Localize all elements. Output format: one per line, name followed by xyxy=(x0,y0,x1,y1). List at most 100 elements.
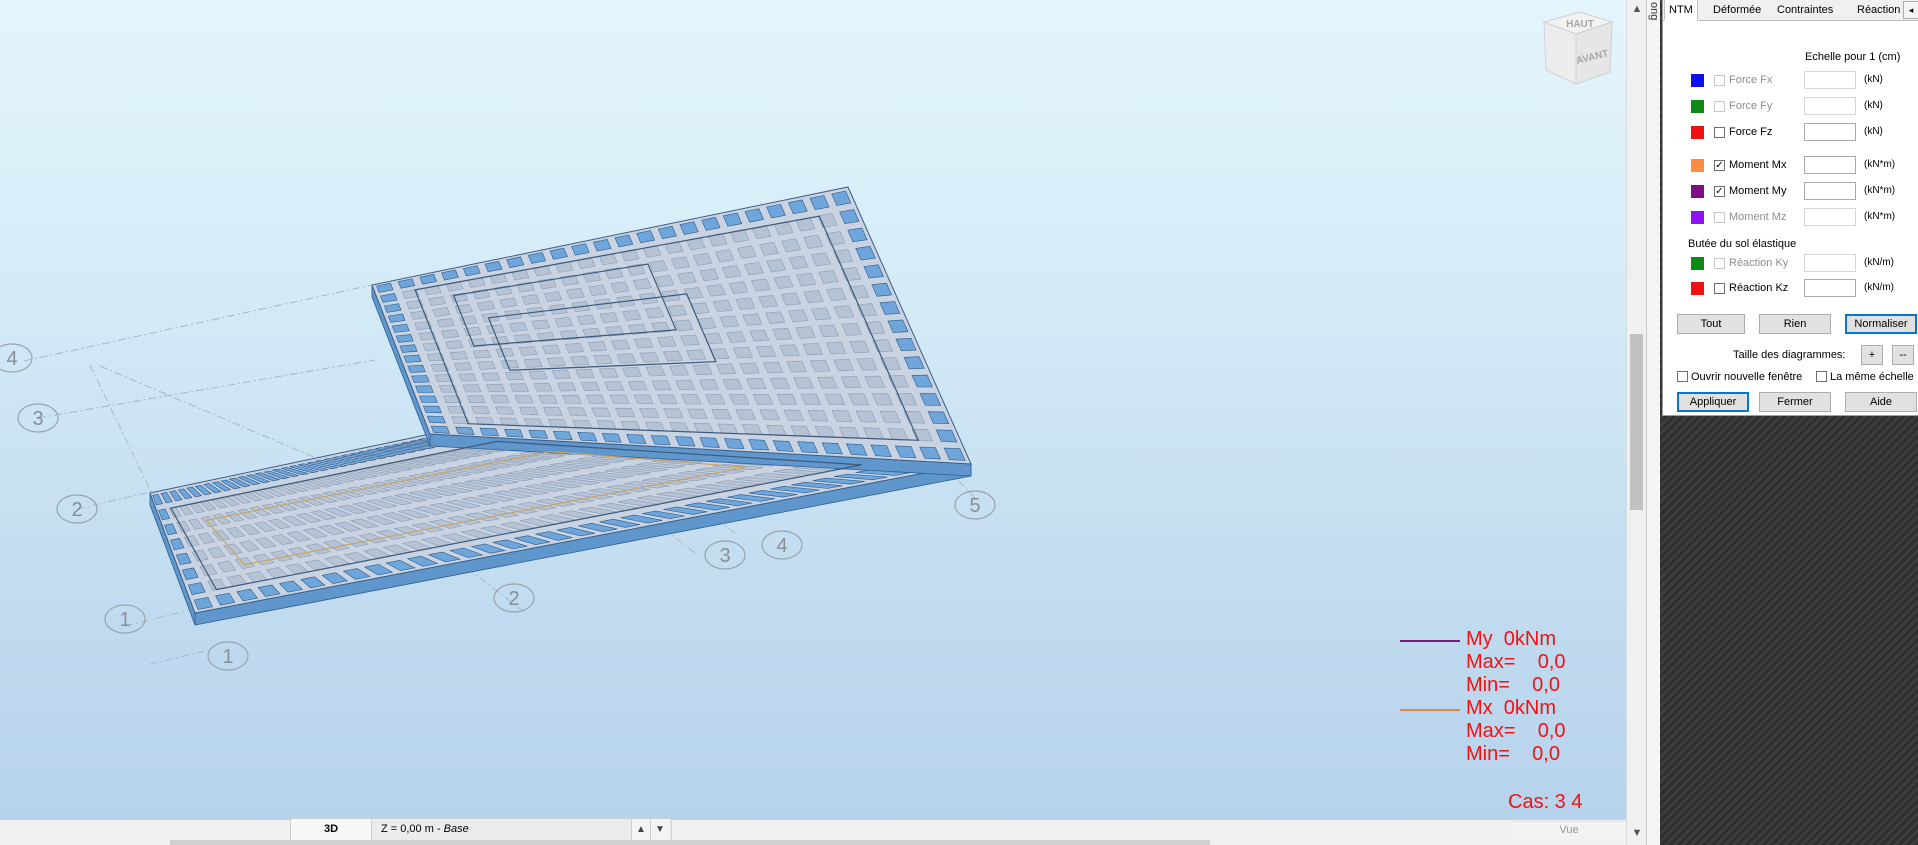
level-selector[interactable]: Z = 0,00 m - Base xyxy=(381,819,469,840)
upper-slab xyxy=(371,186,972,477)
color-swatch[interactable] xyxy=(1691,282,1704,295)
level-down-icon[interactable]: ▼ xyxy=(650,819,669,840)
scroll-up-icon[interactable]: ▲ xyxy=(1630,2,1644,16)
dialog-tabs: NTM Déformée Contraintes Réaction ◂ xyxy=(1663,0,1918,21)
legend-my-max: Max= 0,0 xyxy=(1466,651,1566,673)
vue-button[interactable]: Vue xyxy=(1512,821,1626,839)
soil-section-title: Butée du sol élastique xyxy=(1688,238,1797,250)
diagram-scale-input[interactable] xyxy=(1804,97,1856,115)
select-none-button[interactable]: Rien xyxy=(1759,314,1831,334)
soil-row: Réaction Kz (kN/m) xyxy=(1663,278,1918,300)
same-scale-checkbox[interactable] xyxy=(1816,371,1827,382)
level-prefix: Z = 0,00 m - xyxy=(381,823,444,835)
grid-line xyxy=(149,649,211,665)
soil-label: Réaction Ky xyxy=(1729,257,1789,269)
select-all-button[interactable]: Tout xyxy=(1677,314,1745,334)
open-new-window-label: Ouvrir nouvelle fenêtre xyxy=(1691,371,1803,383)
diagram-checkbox[interactable]: ✓ xyxy=(1714,186,1725,197)
diagram-row: Force Fx (kN) xyxy=(1663,70,1918,92)
diagram-checkbox[interactable] xyxy=(1714,101,1725,112)
color-swatch[interactable] xyxy=(1691,185,1704,198)
axis-label: 1 xyxy=(222,646,233,668)
legend-mx-line xyxy=(1400,709,1460,711)
slab-model[interactable]: 4 3 2 1 1 2 3 4 5 xyxy=(0,0,1626,820)
soil-scale-input[interactable] xyxy=(1804,254,1856,272)
tab-ntm[interactable]: NTM xyxy=(1664,0,1698,21)
diagram-unit: (kN) xyxy=(1864,126,1883,137)
diagram-label: Moment Mz xyxy=(1729,211,1787,223)
legend-my-min: Min= 0,0 xyxy=(1466,674,1560,696)
diagram-label: Moment Mx xyxy=(1729,159,1787,171)
diagram-unit: (kN*m) xyxy=(1864,211,1896,222)
scale-label: Echelle pour 1 (cm) xyxy=(1805,51,1901,63)
results-legend: My 0kNm Max= 0,0 Min= 0,0 Mx 0kNm Max= 0… xyxy=(1400,628,1600,768)
diagram-size-label: Taille des diagrammes: xyxy=(1733,349,1846,361)
3d-viewport[interactable]: 4 3 2 1 1 2 3 4 5 HAUT AVANT My 0kNm Max= 0,0 Mi… xyxy=(0,0,1626,835)
diagram-row: Force Fy (kN) xyxy=(1663,96,1918,118)
diagram-unit: (kN) xyxy=(1864,100,1883,111)
diagram-row: ✓ Moment My (kN*m) xyxy=(1663,181,1918,203)
soil-unit: (kN/m) xyxy=(1864,257,1894,268)
close-button[interactable]: Fermer xyxy=(1759,392,1831,412)
diagram-unit: (kN) xyxy=(1864,74,1883,85)
color-swatch[interactable] xyxy=(1691,74,1704,87)
grid-line xyxy=(37,359,376,419)
level-up-icon[interactable]: ▲ xyxy=(631,819,650,840)
grid-line xyxy=(124,609,191,627)
soil-unit: (kN/m) xyxy=(1864,282,1894,293)
diagram-checkbox[interactable] xyxy=(1714,127,1725,138)
tab-deformee[interactable]: Déformée xyxy=(1709,0,1765,20)
axis-label: 2 xyxy=(508,588,519,610)
soil-checkbox[interactable] xyxy=(1714,258,1725,269)
open-new-window-option[interactable]: Ouvrir nouvelle fenêtre xyxy=(1677,371,1802,383)
color-swatch[interactable] xyxy=(1691,126,1704,139)
tab-3d-view[interactable]: 3D xyxy=(291,819,372,840)
level-name: Base xyxy=(443,823,469,835)
help-button[interactable]: Aide xyxy=(1845,392,1917,412)
diagram-scale-input[interactable] xyxy=(1804,71,1856,89)
apply-button[interactable]: Appliquer xyxy=(1677,392,1749,412)
soil-checkbox[interactable] xyxy=(1714,283,1725,294)
soil-scale-input[interactable] xyxy=(1804,279,1856,297)
diagram-checkbox[interactable] xyxy=(1714,212,1725,223)
scroll-down-icon[interactable]: ▼ xyxy=(1630,826,1644,840)
diagram-checkbox[interactable]: ✓ xyxy=(1714,160,1725,171)
open-new-window-checkbox[interactable] xyxy=(1677,371,1688,382)
side-strip: ong xyxy=(1646,0,1661,845)
diagram-scale-input[interactable] xyxy=(1804,123,1856,141)
soil-row: Réaction Ky (kN/m) xyxy=(1663,253,1918,275)
tab-reaction[interactable]: Réaction xyxy=(1853,0,1904,20)
diagram-label: Force Fy xyxy=(1729,100,1773,112)
increase-size-button[interactable]: + xyxy=(1861,345,1883,365)
horizontal-scrollbar[interactable] xyxy=(170,840,1210,845)
diagram-unit: (kN*m) xyxy=(1864,185,1896,196)
diagram-scale-input[interactable] xyxy=(1804,182,1856,200)
view-tabs: 3D Z = 0,00 m - Base ▲ ▼ xyxy=(290,818,672,841)
color-swatch[interactable] xyxy=(1691,100,1704,113)
axis-label: 1 xyxy=(119,609,130,631)
load-case-label: Cas: 3 4 xyxy=(1508,791,1583,813)
axis-label: 4 xyxy=(6,348,17,370)
vertical-scrollbar[interactable]: ▲ ▼ xyxy=(1626,0,1647,845)
view-cube[interactable]: HAUT AVANT xyxy=(1536,8,1616,88)
view-cube-top-label: HAUT xyxy=(1566,19,1594,30)
axis-label: 3 xyxy=(719,545,730,567)
diagram-label: Force Fx xyxy=(1729,74,1773,86)
color-swatch[interactable] xyxy=(1691,159,1704,172)
diagram-unit: (kN*m) xyxy=(1864,159,1896,170)
color-swatch[interactable] xyxy=(1691,211,1704,224)
diagram-scale-input[interactable] xyxy=(1804,156,1856,174)
same-scale-label: La même échelle xyxy=(1830,371,1914,383)
tab-scroll-icon[interactable]: ◂ xyxy=(1903,1,1918,19)
legend-mx-max: Max= 0,0 xyxy=(1466,720,1566,742)
scrollbar-thumb[interactable] xyxy=(1630,334,1643,510)
same-scale-option[interactable]: La même échelle xyxy=(1816,371,1914,383)
diagram-scale-input[interactable] xyxy=(1804,208,1856,226)
axis-label: 2 xyxy=(71,499,82,521)
decrease-size-button[interactable]: -- xyxy=(1892,345,1914,365)
diagram-checkbox[interactable] xyxy=(1714,75,1725,86)
tab-contraintes[interactable]: Contraintes xyxy=(1773,0,1837,20)
axis-label: 3 xyxy=(32,408,43,430)
color-swatch[interactable] xyxy=(1691,257,1704,270)
normalize-button[interactable]: Normaliser xyxy=(1845,314,1917,334)
